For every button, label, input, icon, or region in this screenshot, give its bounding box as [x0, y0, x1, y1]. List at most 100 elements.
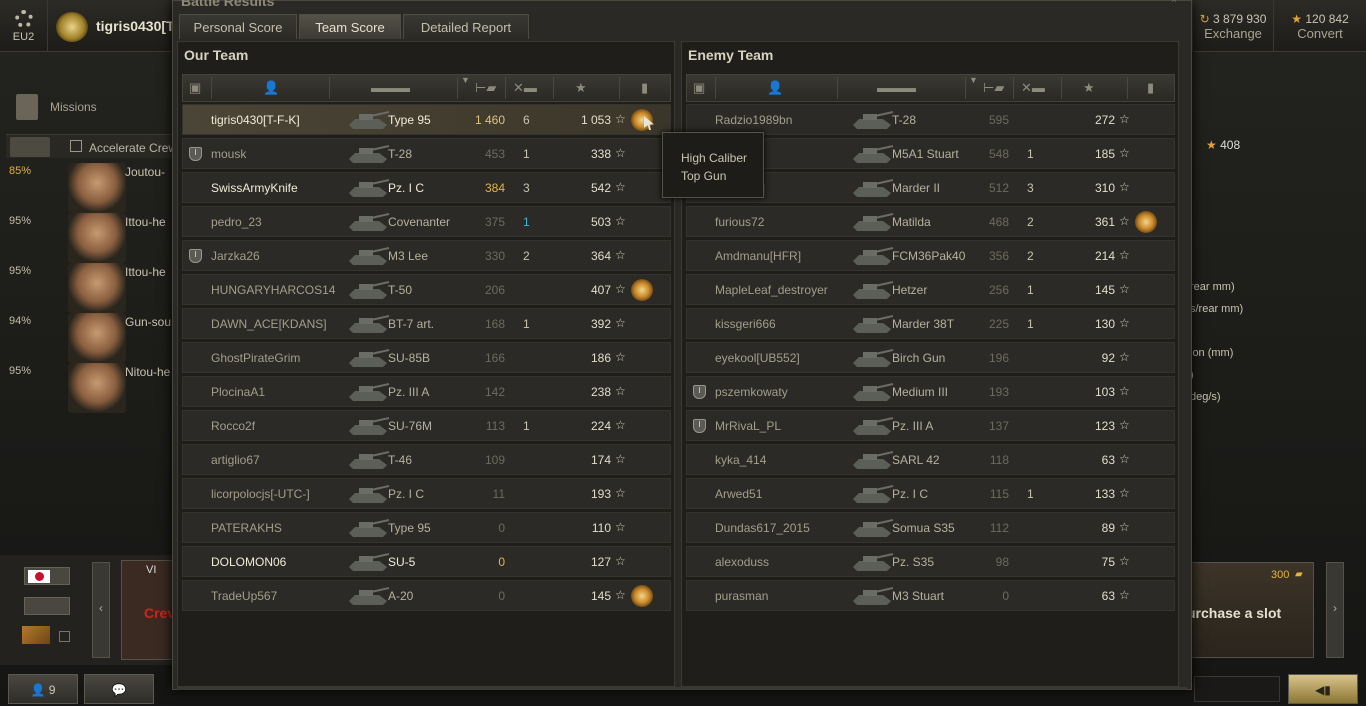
tank-icon [349, 417, 390, 435]
accelerate-crew-checkbox[interactable] [70, 140, 82, 152]
player-row[interactable]: kyka_414 SARL 42 118 63 ☆ [686, 444, 1175, 475]
xp-star-icon: ☆ [615, 588, 626, 602]
player-row[interactable]: purasman M3 Stuart 0 63 ☆ [686, 580, 1175, 611]
players-online-button[interactable]: 👤 9 [8, 674, 78, 704]
close-icon[interactable]: × [1171, 0, 1183, 6]
tab-team-score[interactable]: Team Score [299, 14, 401, 39]
player-row[interactable]: Imousk T-28 453 1 338 ☆ [182, 138, 671, 169]
platoon-column-icon[interactable]: ▣ [189, 80, 201, 96]
our-team-panel: Our Team ▣ 👤 ▬▬▬ ▼ ⊢▰ ✕▬ ★ ▮ tigris0430[… [177, 41, 675, 687]
crew-name: Ittou-he [125, 265, 166, 279]
platoon-column-icon[interactable]: ▣ [693, 80, 705, 96]
xp-value: 89 [1101, 521, 1115, 535]
exchange-button[interactable]: ↻ 3 879 930 Exchange [1192, 0, 1274, 52]
carousel-right-arrow[interactable]: › [1326, 562, 1344, 658]
damage-column-icon[interactable]: ⊢▰ [475, 80, 496, 96]
premium-filter-icon[interactable] [22, 626, 50, 644]
player-row[interactable]: SwissArmyKnife Pz. I C 384 3 542 ☆ [182, 172, 671, 203]
player-row[interactable]: tigris0430[T-F-K] Type 95 1 460 6 1 053 ☆ [182, 104, 671, 135]
player-row[interactable]: Radzio1989bn T-28 595 272 ☆ [686, 104, 1175, 135]
player-name: alexoduss [715, 555, 770, 569]
tank-icon [853, 111, 894, 129]
xp-value: 127 [590, 555, 611, 569]
xp-value: 103 [1094, 385, 1115, 399]
crew-member[interactable]: 85% Joutou- [6, 163, 174, 213]
player-row[interactable]: pedro_23 Covenanter 375 1 503 ☆ [182, 206, 671, 237]
convert-button[interactable]: ★ 120 842 Convert [1274, 0, 1366, 52]
player-row[interactable]: MapleLeaf_destroyer Hetzer 256 1 145 ☆ [686, 274, 1175, 305]
player-name[interactable]: tigris0430[T- [96, 18, 178, 34]
tank-name: Pz. I C [892, 487, 929, 501]
tank-icon [853, 247, 894, 265]
crew-member[interactable]: 95% Ittou-he [6, 263, 174, 313]
player-row[interactable]: DAWN_ACE[KDANS] BT-7 art. 168 1 392 ☆ [182, 308, 671, 339]
tab-personal-score[interactable]: Personal Score [179, 14, 297, 39]
xp-value: 193 [590, 487, 611, 501]
player-row[interactable]: furious72 Matilda 468 2 361 ☆ [686, 206, 1175, 237]
player-row[interactable]: Arwed51 Pz. I C 115 1 133 ☆ [686, 478, 1175, 509]
medal-icon[interactable] [631, 585, 653, 607]
xp-value: 186 [590, 351, 611, 365]
tank-icon [349, 111, 390, 129]
tank-icon [853, 349, 894, 367]
player-row[interactable]: HUNGARYHARCOS14 T-50 206 407 ☆ [182, 274, 671, 305]
carousel-left-arrow[interactable]: ‹ [92, 562, 110, 658]
tank-icon [349, 553, 390, 571]
player-row[interactable]: PlocinaA1 Pz. III A 142 238 ☆ [182, 376, 671, 407]
crew-member[interactable]: 95% Ittou-he [6, 213, 174, 263]
medal-column-icon[interactable]: ▮ [641, 80, 648, 96]
tank-column-icon[interactable]: ▬▬▬ [877, 80, 916, 95]
notification-input[interactable] [1194, 676, 1280, 702]
filter-checkbox[interactable] [59, 631, 70, 642]
medal-column-icon[interactable]: ▮ [1147, 80, 1154, 96]
platoon-icon: I [189, 249, 202, 263]
damage-column-icon[interactable]: ⊢▰ [983, 80, 1004, 96]
nation-filter-flag-icon[interactable] [24, 567, 70, 585]
player-row[interactable]: I Jarzka26 M3 Lee 330 2 364 ☆ [182, 240, 671, 271]
player-row[interactable]: DOLOMON06 SU-5 0 127 ☆ [182, 546, 671, 577]
missions-button[interactable]: Missions [14, 92, 164, 122]
notifications-button[interactable]: ◀▮ [1288, 674, 1358, 704]
platoon-icon: I [693, 385, 706, 399]
crew-group-icon[interactable] [10, 137, 50, 157]
player-row[interactable]: licorpolocjs[-UTC-] Pz. I C 11 193 ☆ [182, 478, 671, 509]
tank-icon [349, 451, 390, 469]
player-row[interactable]: Ipszemkowaty Medium III 193 103 ☆ [686, 376, 1175, 407]
tank-icon [853, 145, 894, 163]
player-row[interactable]: Rocco2f SU-76M 113 1 224 ☆ [182, 410, 671, 441]
medal-icon[interactable] [631, 279, 653, 301]
chat-button[interactable]: 💬 [84, 674, 154, 704]
damage-value: 115 [989, 487, 1009, 501]
kills-column-icon[interactable]: ✕▬ [1021, 80, 1045, 96]
player-row[interactable]: kissgeri666 Marder 38T 225 1 130 ☆ [686, 308, 1175, 339]
medal-icon[interactable] [1135, 211, 1157, 233]
crew-member[interactable]: 95% Nitou-he [6, 363, 174, 413]
tank-icon [853, 213, 894, 231]
xp-column-icon[interactable]: ★ [1083, 80, 1095, 96]
crew-percent: 95% [9, 365, 32, 377]
player-row[interactable]: artiglio67 T-46 109 174 ☆ [182, 444, 671, 475]
tank-name: SU-5 [388, 555, 416, 569]
player-row[interactable]: TradeUp567 A-20 0 145 ☆ [182, 580, 671, 611]
purchase-slot-card[interactable]: 300 ▰ urchase a slot [1186, 562, 1314, 658]
settings-button[interactable]: EU2 [0, 0, 48, 52]
player-row[interactable]: I MrRivaL_PL Pz. III A 137 123 ☆ [686, 410, 1175, 441]
tab-detailed-report[interactable]: Detailed Report [403, 14, 529, 39]
player-row[interactable]: Dundas617_2015 Somua S35 112 89 ☆ [686, 512, 1175, 543]
crew-member[interactable]: 94% Gun-sou [6, 313, 174, 363]
player-name: purasman [715, 589, 769, 603]
player-row[interactable]: eyekool[UB552] Birch Gun 196 92 ☆ [686, 342, 1175, 373]
player-row[interactable]: PATERAKHS Type 95 0 110 ☆ [182, 512, 671, 543]
player-column-icon[interactable]: 👤 [263, 80, 279, 96]
tank-card[interactable]: VI Crev [121, 560, 175, 660]
type-filter-icon[interactable] [24, 597, 70, 615]
tank-column-icon[interactable]: ▬▬▬ [371, 80, 410, 95]
medal-tooltip: High Caliber Top Gun [662, 132, 764, 198]
xp-column-icon[interactable]: ★ [575, 80, 587, 96]
player-column-icon[interactable]: 👤 [767, 80, 783, 96]
player-row[interactable]: GhostPirateGrim SU-85B 166 186 ☆ [182, 342, 671, 373]
player-row[interactable]: alexoduss Pz. S35 98 75 ☆ [686, 546, 1175, 577]
kills-column-icon[interactable]: ✕▬ [513, 80, 537, 96]
player-row[interactable]: Amdmanu[HFR] FCM36Pak40 356 2 214 ☆ [686, 240, 1175, 271]
damage-value: 330 [484, 249, 505, 263]
